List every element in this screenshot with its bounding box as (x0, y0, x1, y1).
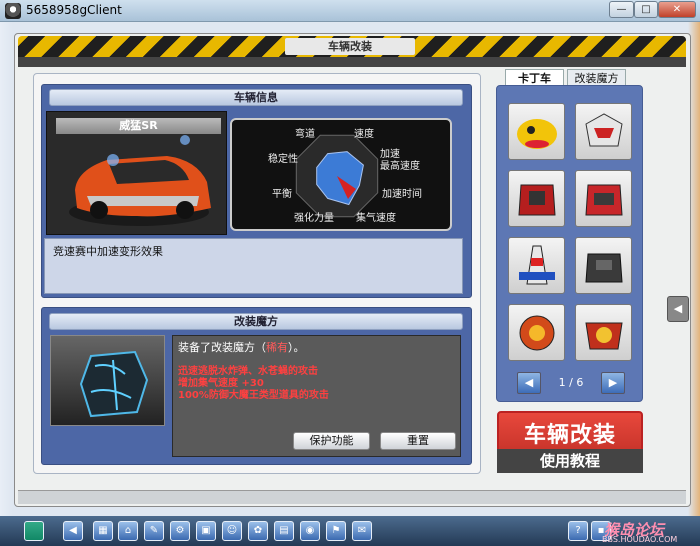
equipped-status: 装备了改装魔方（稀有）。 (178, 339, 305, 355)
stat-stability: 稳定性 (268, 154, 298, 165)
stat-charge-speed: 集气速度 (356, 213, 396, 224)
car-name: 威猛SR (56, 118, 221, 134)
gold-kart-icon (519, 315, 555, 351)
stats-radar-box: 弯道 速度 稳定性 加速 最高速度 平衡 加速时间 强化力量 集气速度 (230, 118, 452, 231)
modify-magic-header: 改装魔方 (49, 313, 463, 330)
inventory-slot[interactable] (575, 304, 632, 361)
window-title: 5658958gClient (26, 3, 122, 17)
inventory-slot[interactable] (508, 103, 565, 160)
vehicle-description: 竞速赛中加速变形效果 (53, 245, 163, 258)
stat-top-speed: 最高速度 (380, 161, 420, 172)
previous-page-button[interactable]: ◀ (517, 372, 541, 394)
white-kart-icon (585, 113, 623, 147)
stat-speed: 速度 (354, 129, 374, 140)
window-bottom-bar (18, 490, 686, 504)
equipped-suffix: ）。 (288, 341, 305, 354)
car-icon[interactable]: ◉ (300, 521, 320, 541)
home-icon[interactable]: ⌂ (118, 521, 138, 541)
close-button[interactable]: ✕ (658, 1, 696, 18)
red-kart-icon (518, 184, 556, 216)
next-page-button[interactable]: ▶ (601, 372, 625, 394)
vehicle-info-header: 车辆信息 (49, 89, 463, 106)
page-indicator: 1 / 6 (558, 376, 584, 389)
bag-icon[interactable]: ▣ (196, 521, 216, 541)
maximize-button[interactable]: □ (634, 1, 658, 18)
formula-kart-icon (519, 245, 555, 285)
inventory-slot[interactable] (508, 304, 565, 361)
title-shadow-bar (18, 57, 686, 67)
inventory-slot[interactable] (575, 103, 632, 160)
inventory-slot[interactable] (575, 170, 632, 227)
wrench-icon[interactable]: ✎ (144, 521, 164, 541)
book-icon[interactable]: ▤ (274, 521, 294, 541)
dark-kart-icon (585, 253, 623, 283)
equipped-rarity: 稀有 (266, 341, 288, 354)
dialog-title: 车辆改装 (285, 38, 415, 55)
flag-icon[interactable]: ⚑ (326, 521, 346, 541)
friends-icon[interactable]: ☺ (222, 521, 242, 541)
equipped-prefix: 装备了改装魔方（ (178, 341, 266, 354)
grid-icon[interactable]: ▦ (93, 521, 113, 541)
settings-icon[interactable]: ⚙ (170, 521, 190, 541)
magic-cube-image (50, 335, 165, 426)
start-icon[interactable] (24, 521, 44, 541)
message-icon[interactable]: ✉ (352, 521, 372, 541)
inventory-slot[interactable] (508, 170, 565, 227)
reset-button[interactable]: 重置 (380, 432, 456, 450)
watermark-url: BBS.HOUDAO.COM (602, 535, 678, 544)
magic-cube-icon (79, 350, 149, 418)
back-arrow-icon[interactable]: ◀ (63, 521, 83, 541)
tutorial-title: 车辆改装 (523, 423, 616, 448)
stat-balance: 平衡 (272, 189, 292, 200)
gold-kart-icon (585, 322, 623, 350)
inventory-slot[interactable] (575, 237, 632, 294)
red-kart-icon (585, 184, 623, 216)
protect-button[interactable]: 保护功能 (293, 432, 370, 450)
help-icon[interactable]: ? (568, 521, 588, 541)
tutorial-subtitle: 使用教程 (497, 449, 643, 473)
effect-line: 100%防御大魔王类型道具的攻击 (178, 390, 329, 401)
stat-boost-power: 强化力量 (294, 213, 334, 224)
stat-cornering: 弯道 (295, 129, 315, 140)
stat-accel-time: 加速时间 (382, 189, 422, 200)
side-collapse-icon[interactable]: ◀ (667, 296, 689, 322)
yellow-kart-icon (517, 119, 557, 149)
shop-icon[interactable]: ✿ (248, 521, 268, 541)
app-icon (5, 3, 21, 19)
minimize-button[interactable]: — (609, 1, 634, 18)
inventory-slot[interactable] (508, 237, 565, 294)
